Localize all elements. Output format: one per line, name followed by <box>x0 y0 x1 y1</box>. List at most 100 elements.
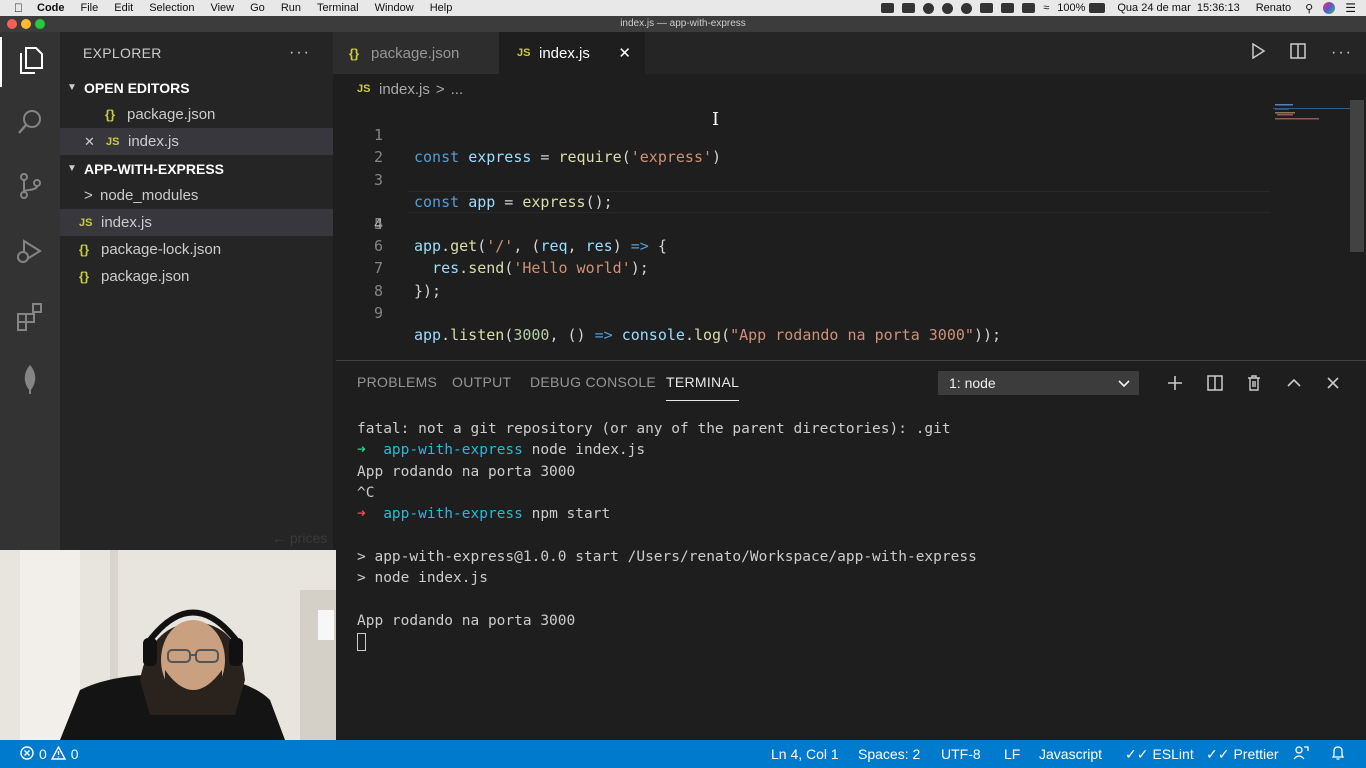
menu-edit[interactable]: Edit <box>106 2 141 14</box>
terminal-output[interactable]: fatal: not a git repository (or any of t… <box>357 419 977 653</box>
breadcrumb-symbol[interactable]: ... <box>451 81 464 98</box>
problems-status[interactable]: 0 0 <box>20 740 79 768</box>
menu-terminal[interactable]: Terminal <box>309 2 367 14</box>
minimap[interactable] <box>1273 102 1353 132</box>
eslint-status[interactable]: ✓✓ ESLint <box>1125 740 1194 768</box>
split-terminal-icon[interactable] <box>1201 369 1229 397</box>
minimize-window-button[interactable] <box>21 19 31 29</box>
open-editors-section[interactable]: ▼ OPEN EDITORS <box>60 74 333 101</box>
line-ending[interactable]: LF <box>1004 740 1020 768</box>
close-window-button[interactable] <box>7 19 17 29</box>
new-terminal-icon[interactable] <box>1161 369 1189 397</box>
calendar-icon[interactable] <box>1022 3 1036 13</box>
control-center-icon[interactable]: ☰ <box>1345 1 1356 15</box>
menu-selection[interactable]: Selection <box>141 2 202 14</box>
error-icon <box>20 745 34 763</box>
tree-item-node-modules[interactable]: > node_modules <box>60 182 333 209</box>
user-name[interactable]: Renato <box>1256 2 1291 14</box>
more-actions-icon[interactable]: ··· <box>289 44 311 62</box>
open-editor-item[interactable]: ✕ JS index.js <box>60 128 333 155</box>
chevron-down-icon: ▼ <box>67 82 77 93</box>
tab-index-js[interactable]: JS index.js ✕ <box>499 32 645 74</box>
more-actions-icon[interactable]: ··· <box>1318 44 1366 62</box>
apple-icon[interactable]:  <box>0 1 29 15</box>
cursor-position[interactable]: Ln 4, Col 1 <box>771 740 839 768</box>
code-line[interactable]: 8 <box>333 257 1366 300</box>
siri-icon[interactable] <box>1323 2 1336 14</box>
terminal-select[interactable]: 1: node <box>938 371 1139 395</box>
feedback-button[interactable] <box>1293 740 1309 768</box>
menu-app-name[interactable]: Code <box>29 2 73 14</box>
code-line[interactable]: 9 app.listen(3000, () => console.log("Ap… <box>333 280 1366 344</box>
project-folder-section[interactable]: ▼ APP-WITH-EXPRESS <box>60 155 333 182</box>
screen-record-icon[interactable] <box>881 3 895 13</box>
run-icon[interactable] <box>1238 42 1278 64</box>
code-line[interactable]: 1 const express = require('express') <box>333 102 1366 166</box>
menu-run[interactable]: Run <box>273 2 309 14</box>
run-debug-icon <box>15 236 45 271</box>
menu-go[interactable]: Go <box>242 2 273 14</box>
vpn-icon[interactable] <box>961 2 973 14</box>
close-tab-icon[interactable]: ✕ <box>618 44 631 62</box>
battery-percent[interactable]: 100% <box>1057 2 1085 14</box>
battery-icon[interactable] <box>1089 3 1106 13</box>
prompt-arrow: ➜ <box>357 506 366 523</box>
tree-item-package-lock[interactable]: {} package-lock.json <box>60 236 333 263</box>
chevron-right-icon: > <box>84 187 93 204</box>
code-line[interactable]: 2 <box>333 124 1366 166</box>
spotlight-search-icon[interactable]: ⚲ <box>1305 2 1313 15</box>
menu-help[interactable]: Help <box>422 2 461 14</box>
scrollbar-thumb[interactable] <box>1350 100 1364 252</box>
editor-scrollbar[interactable] <box>1348 100 1366 355</box>
text-cursor-icon: I <box>712 109 720 130</box>
code-line[interactable]: 6 res.send('Hello world'); <box>333 213 1366 277</box>
prettier-status[interactable]: ✓✓ Prettier <box>1206 740 1279 768</box>
code-line-current[interactable]: 4 <box>333 169 1366 233</box>
trash-icon[interactable] <box>1240 369 1268 397</box>
source-control-icon <box>16 171 44 206</box>
tool-icon[interactable] <box>1001 3 1015 13</box>
tab-problems[interactable]: PROBLEMS <box>357 361 437 403</box>
terminal-line: > node index.js <box>357 570 488 587</box>
breadcrumb-file[interactable]: index.js <box>379 81 430 98</box>
menu-file[interactable]: File <box>73 2 107 14</box>
code-editor[interactable]: 1 const express = require('express') 2 3… <box>333 102 1366 344</box>
cloud-icon[interactable] <box>980 3 994 13</box>
extensions-icon <box>15 301 45 336</box>
split-editor-icon[interactable] <box>1278 42 1318 64</box>
indentation[interactable]: Spaces: 2 <box>858 740 920 768</box>
close-panel-icon[interactable] <box>1319 369 1347 397</box>
circle-app-icon[interactable] <box>923 2 935 14</box>
tree-item-package-json[interactable]: {} package.json <box>60 263 333 290</box>
zoom-window-button[interactable] <box>35 19 45 29</box>
search-activity[interactable] <box>0 99 60 149</box>
timer-icon[interactable] <box>942 2 954 14</box>
source-control-activity[interactable] <box>0 163 60 213</box>
tab-package-json[interactable]: {} package.json <box>333 32 499 74</box>
tree-item-label: index.js <box>101 214 152 231</box>
explorer-activity[interactable] <box>0 37 60 87</box>
camera-icon[interactable] <box>902 3 916 13</box>
menu-window[interactable]: Window <box>367 2 422 14</box>
language-mode[interactable]: Javascript <box>1039 740 1102 768</box>
clock[interactable]: Qua 24 de mar 15:36:13 <box>1117 2 1239 14</box>
mongodb-activity[interactable] <box>0 356 60 406</box>
open-editor-item[interactable]: {} package.json <box>60 101 333 128</box>
wifi-icon[interactable]: ≈ <box>1043 2 1049 14</box>
search-icon <box>16 108 44 141</box>
menu-view[interactable]: View <box>202 2 242 14</box>
extensions-activity[interactable] <box>0 293 60 343</box>
tab-debug-console[interactable]: DEBUG CONSOLE <box>530 361 656 403</box>
encoding[interactable]: UTF-8 <box>941 740 981 768</box>
run-debug-activity[interactable] <box>0 228 60 278</box>
tree-item-index-js[interactable]: JS index.js <box>60 209 333 236</box>
close-icon[interactable]: ✕ <box>84 134 106 150</box>
notifications-button[interactable] <box>1330 740 1346 768</box>
tab-output[interactable]: OUTPUT <box>452 361 511 403</box>
code-line[interactable]: 3 const app = express(); <box>333 146 1366 211</box>
code-line[interactable]: 5 app.get('/', (req, res) => { <box>333 191 1366 255</box>
code-line[interactable]: 7 }); <box>333 235 1366 299</box>
chevron-up-icon[interactable] <box>1280 369 1308 397</box>
tab-terminal[interactable]: TERMINAL <box>666 361 740 403</box>
